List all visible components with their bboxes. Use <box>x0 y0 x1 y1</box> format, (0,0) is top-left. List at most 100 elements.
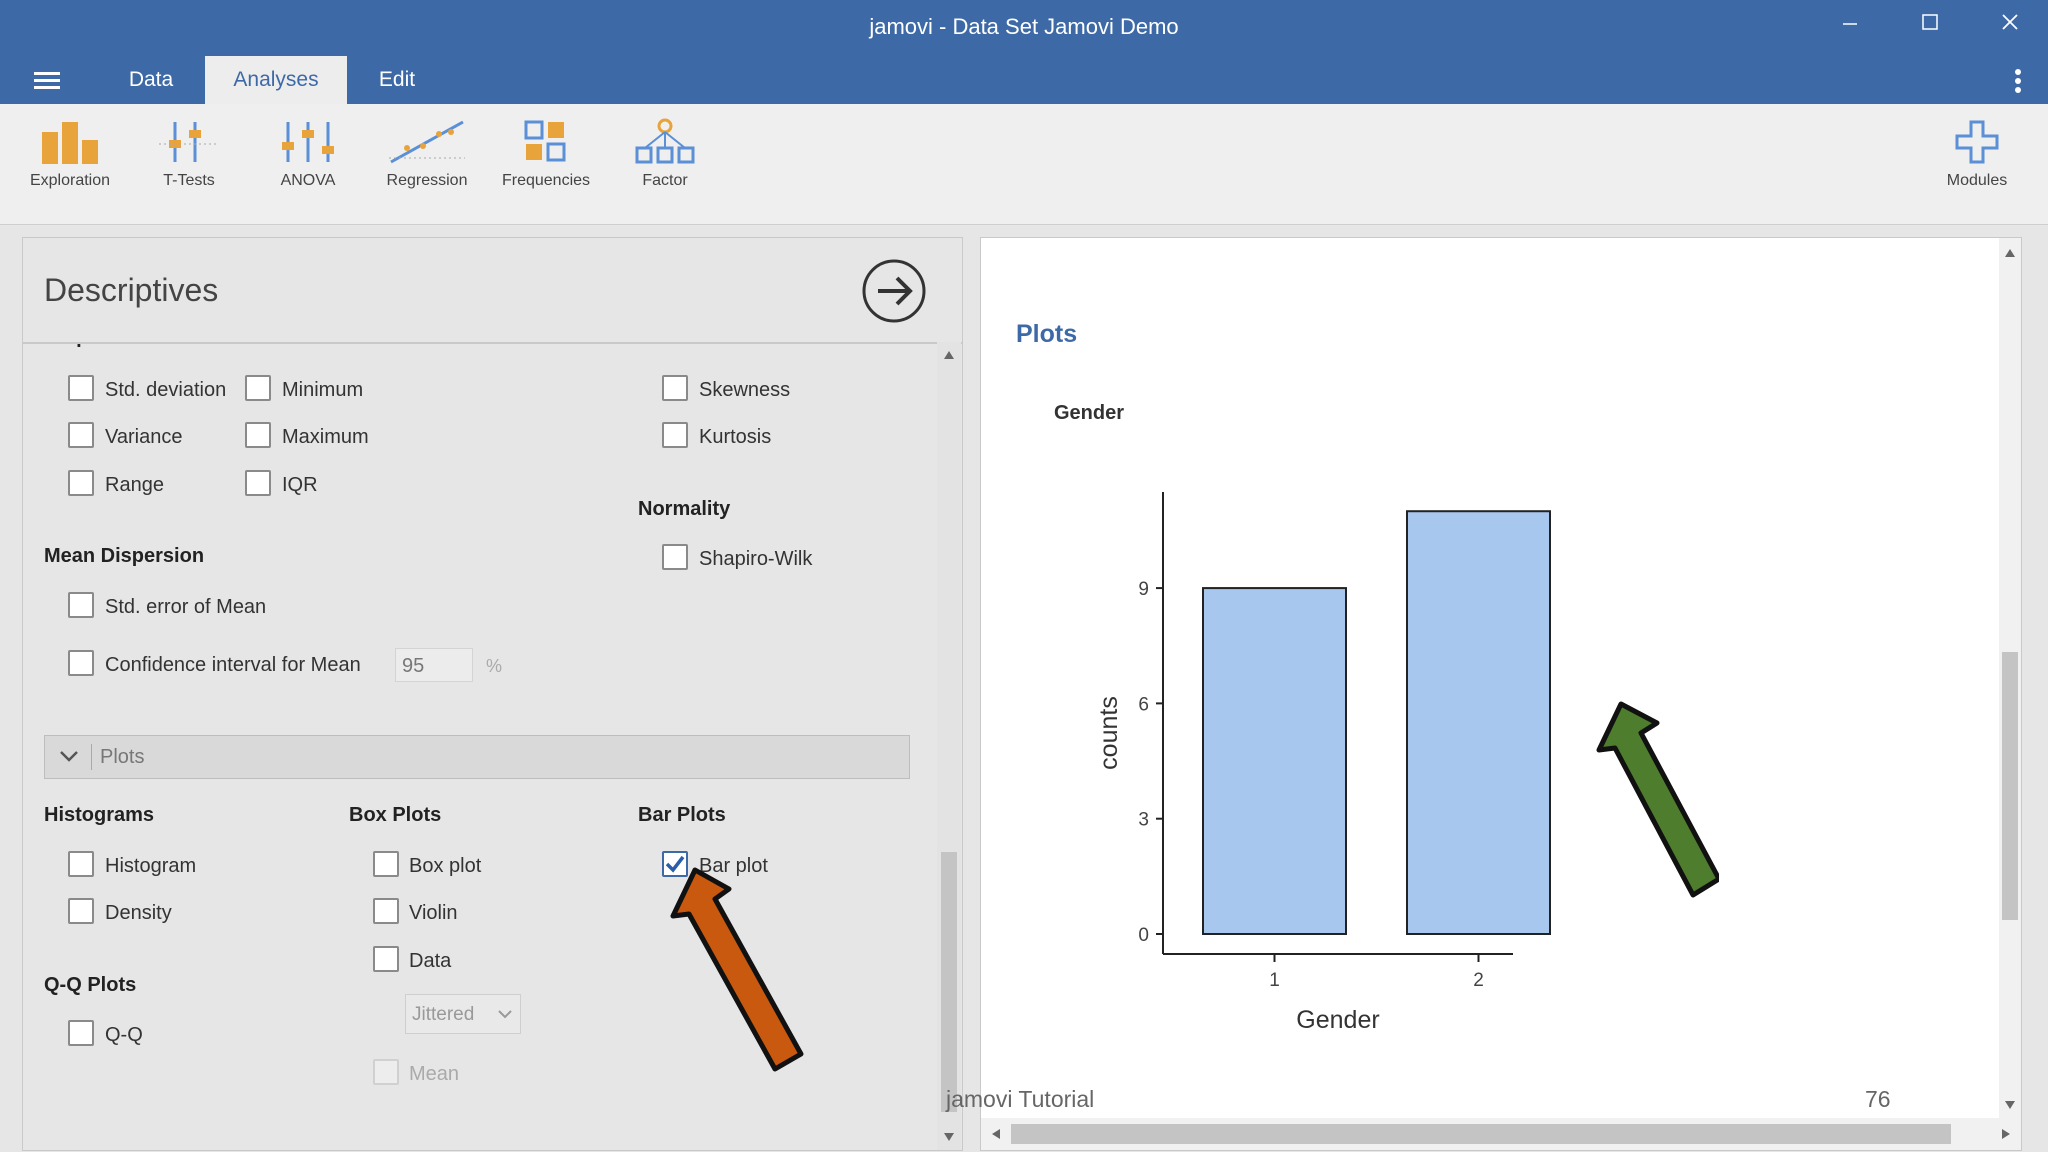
skewness-label: Skewness <box>699 379 791 401</box>
footer-page-number: 76 <box>1865 1086 1891 1112</box>
shapiro-wilk-label: Shapiro-Wilk <box>699 548 813 570</box>
y-axis-label: counts <box>1095 696 1123 770</box>
minimum-label: Minimum <box>282 379 364 401</box>
data-style-select[interactable]: Jittered <box>405 994 521 1034</box>
tab-edit[interactable]: Edit <box>360 56 434 104</box>
ribbon-exploration-button[interactable]: Exploration <box>18 118 122 208</box>
range-checkbox[interactable] <box>68 470 94 496</box>
bar-chart: 03691 2Gendercounts <box>1095 492 1551 1034</box>
data-style-select-value: Jittered <box>412 1004 475 1025</box>
ribbon-frequencies-button[interactable]: Frequencies <box>494 118 598 208</box>
histogram-checkbox[interactable] <box>68 851 94 877</box>
close-icon[interactable] <box>1990 12 2030 38</box>
results-scroll-thumb[interactable] <box>2002 652 2018 920</box>
options-scrollbar[interactable] <box>937 342 961 1150</box>
std-deviation-checkbox[interactable] <box>68 375 94 401</box>
analysis-title: Descriptives <box>44 272 219 308</box>
skewness-checkbox[interactable] <box>662 375 688 401</box>
kurtosis-checkbox[interactable] <box>662 422 688 448</box>
t-test-icon <box>159 122 219 162</box>
tab-data[interactable]: Data <box>110 56 192 104</box>
normality-heading: Normality <box>638 498 731 520</box>
violin-checkbox[interactable] <box>373 898 399 924</box>
results-heading: Plots <box>1016 320 1078 348</box>
scroll-down-icon <box>944 1133 954 1141</box>
ci-value-input[interactable]: 95 <box>395 648 473 682</box>
iqr-checkbox[interactable] <box>245 470 271 496</box>
plot-title: Gender <box>1054 402 1125 424</box>
results-hscroll-thumb[interactable] <box>1011 1124 1951 1144</box>
y-tick-label: 6 <box>1138 694 1149 715</box>
chevron-down-icon <box>498 1010 512 1019</box>
options-panel: Dispersion Distribution Descriptives Std… <box>22 237 963 1151</box>
variance-label: Variance <box>105 426 183 448</box>
chevron-down-icon <box>60 751 78 762</box>
y-tick-label: 3 <box>1138 810 1149 831</box>
run-arrow-button[interactable] <box>861 258 927 329</box>
ribbon-label: Exploration <box>29 172 111 189</box>
ribbon-factor-button[interactable]: Factor <box>613 118 717 208</box>
std-error-mean-label: Std. error of Mean <box>105 596 267 618</box>
factor-icon <box>635 118 695 164</box>
shapiro-wilk-checkbox[interactable] <box>662 544 688 570</box>
ribbon-regression-button[interactable]: Regression <box>375 118 479 208</box>
maximize-icon[interactable] <box>1910 12 1950 38</box>
maximum-label: Maximum <box>282 426 369 448</box>
green-arrow-annotation <box>1596 701 1719 898</box>
violin-label: Violin <box>409 902 458 924</box>
data-checkbox[interactable] <box>373 946 399 972</box>
ci-mean-checkbox[interactable] <box>68 650 94 676</box>
scroll-up-icon <box>2005 249 2015 257</box>
plots-section-label: Plots <box>100 746 145 768</box>
range-label: Range <box>105 474 164 496</box>
histograms-heading: Histograms <box>44 804 155 826</box>
ribbon-ttests-button[interactable]: T-Tests <box>137 118 241 208</box>
bar <box>1202 587 1347 936</box>
std-error-mean-checkbox[interactable] <box>68 592 94 618</box>
minimum-checkbox[interactable] <box>245 375 271 401</box>
mean-checkbox[interactable] <box>373 1059 399 1085</box>
boxplots-heading: Box Plots <box>349 804 442 826</box>
ribbon-label: Regression <box>386 172 468 189</box>
plots-section-header[interactable]: Plots <box>44 735 910 779</box>
ci-mean-label: Confidence interval for Mean <box>105 654 361 676</box>
anova-icon <box>282 122 334 162</box>
options-scroll-thumb[interactable] <box>941 852 957 1112</box>
qq-label: Q-Q <box>105 1024 143 1046</box>
scroll-down-icon <box>2005 1101 2015 1109</box>
window-title: jamovi - Data Set Jamovi Demo <box>869 14 1179 39</box>
bar-chart-icon <box>42 122 98 164</box>
maximum-checkbox[interactable] <box>245 422 271 448</box>
results-scrollbar[interactable] <box>1999 238 2021 1118</box>
box-plot-checkbox[interactable] <box>373 851 399 877</box>
ci-unit-label: % <box>486 656 503 676</box>
tab-analyses[interactable]: Analyses <box>205 56 347 104</box>
hamburger-menu-icon[interactable] <box>34 70 62 97</box>
std-deviation-label: Std. deviation <box>105 379 227 401</box>
ribbon-label: Modules <box>1946 172 2008 189</box>
ribbon-anova-button[interactable]: ANOVA <box>256 118 360 208</box>
ribbon-label: Frequencies <box>501 172 591 189</box>
density-label: Density <box>105 902 172 924</box>
iqr-label: IQR <box>282 474 318 496</box>
kurtosis-label: Kurtosis <box>699 426 772 448</box>
results-hscrollbar[interactable] <box>981 1118 2021 1150</box>
x-tick-label: 1 <box>1269 970 1280 991</box>
data-label: Data <box>409 950 452 972</box>
regression-icon <box>389 120 465 164</box>
barplots-heading: Bar Plots <box>638 804 726 826</box>
scroll-left-icon <box>992 1129 1000 1139</box>
more-options-icon[interactable] <box>2012 68 2024 101</box>
footer-tutorial-label: jamovi Tutorial <box>946 1086 1095 1112</box>
variance-checkbox[interactable] <box>68 422 94 448</box>
orange-arrow-annotation <box>670 867 804 1072</box>
frequencies-icon <box>524 120 566 162</box>
box-plot-label: Box plot <box>409 855 482 877</box>
y-tick-label: 0 <box>1138 925 1149 946</box>
qq-checkbox[interactable] <box>68 1020 94 1046</box>
density-checkbox[interactable] <box>68 898 94 924</box>
mean-label: Mean <box>409 1063 460 1085</box>
minimize-icon[interactable] <box>1830 12 1870 38</box>
ribbon-modules-button[interactable]: Modules <box>1925 118 2029 208</box>
scroll-right-icon <box>2002 1129 2010 1139</box>
